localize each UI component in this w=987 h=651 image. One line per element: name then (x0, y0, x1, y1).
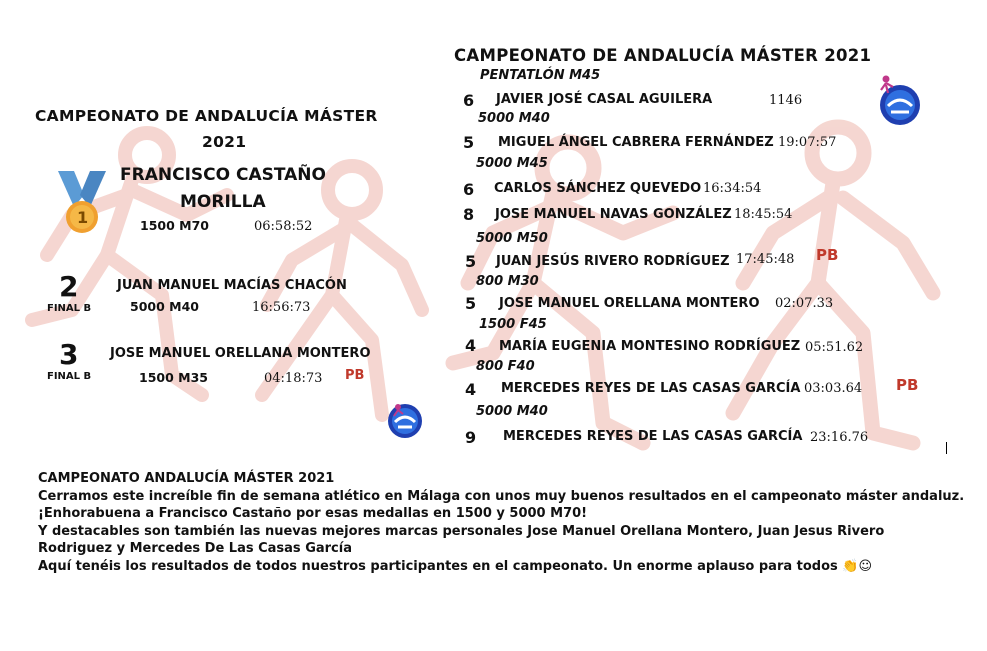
result-value: 03:03.64 (804, 381, 863, 396)
right-results-panel: CAMPEONATO DE ANDALUCÍA MÁSTER 2021 PENT… (443, 33, 949, 458)
left-title-line2: 2021 (202, 133, 247, 151)
place-number: 5 (463, 133, 475, 152)
place-number: 3 (59, 338, 79, 371)
athlete-name: JUAN MANUEL MACÍAS CHACÓN (117, 278, 347, 293)
athlete-name: JAVIER JOSÉ CASAL AGUILERA (496, 92, 713, 107)
event-label: 1500 M35 (139, 370, 208, 385)
result-value: 1146 (769, 93, 803, 108)
event-label: 5000 M50 (476, 231, 548, 246)
event-label: 1500 F45 (479, 317, 547, 332)
result-time: 16:56:73 (252, 300, 311, 315)
athlete-name: JOSE MANUEL ORELLANA MONTERO (110, 346, 371, 361)
medal-number: 1 (77, 208, 89, 227)
event-label: 5000 M40 (130, 299, 199, 314)
athlete-name: MERCEDES REYES DE LAS CASAS GARCÍA (503, 429, 803, 444)
event-label: PENTATLÓN M45 (480, 68, 601, 83)
post-line: Cerramos este increíble fin de semana at… (38, 488, 965, 504)
final-label: FINAL B (47, 371, 92, 382)
winner-time: 06:58:52 (254, 219, 313, 234)
place-number: 6 (463, 180, 475, 199)
pb-badge: PB (896, 376, 919, 394)
post-title: CAMPEONATO ANDALUCÍA MÁSTER 2021 (38, 471, 335, 486)
place-number: 4 (465, 336, 477, 355)
place-number: 4 (465, 380, 477, 399)
pb-badge: PB (345, 368, 365, 383)
event-label: 5000 M40 (476, 404, 548, 419)
place-number: 8 (463, 205, 475, 224)
club-logo-icon (880, 75, 920, 125)
pb-badge: PB (816, 246, 839, 264)
post-line: Aquí tenéis los resultados de todos nues… (38, 558, 873, 574)
club-logo-icon (388, 404, 422, 438)
athlete-name: JOSE MANUEL NAVAS GONZÁLEZ (495, 207, 732, 222)
event-label: 800 M30 (476, 274, 539, 289)
athlete-name: MARÍA EUGENIA MONTESINO RODRÍGUEZ (499, 339, 801, 354)
winner-name-line1: FRANCISCO CASTAÑO (120, 165, 326, 185)
result-value: 02:07.33 (775, 296, 834, 311)
post-text: CAMPEONATO ANDALUCÍA MÁSTER 2021 Cerramo… (38, 470, 968, 575)
result-value: 18:45:54 (734, 207, 793, 222)
event-label: 5000 M40 (478, 111, 550, 126)
result-value: 17:45:48 (736, 252, 795, 267)
place-number: 5 (465, 252, 477, 271)
result-value: 05:51.62 (805, 340, 864, 355)
event-label: 5000 M45 (476, 156, 548, 171)
right-title: CAMPEONATO DE ANDALUCÍA MÁSTER 2021 (454, 46, 872, 65)
divider-line (946, 442, 947, 454)
result-value: 23:16.76 (810, 430, 869, 445)
winner-event: 1500 M70 (140, 218, 209, 233)
athlete-name: JUAN JESÚS RIVERO RODRÍGUEZ (496, 254, 730, 269)
result-time: 04:18:73 (264, 371, 323, 386)
final-label: FINAL B (47, 303, 92, 314)
athlete-name: MIGUEL ÁNGEL CABRERA FERNÁNDEZ (498, 135, 774, 150)
athlete-name: MERCEDES REYES DE LAS CASAS GARCÍA (501, 381, 801, 396)
left-title-line1: CAMPEONATO DE ANDALUCÍA MÁSTER (35, 107, 378, 125)
place-number: 5 (465, 294, 477, 313)
place-number: 2 (59, 270, 79, 303)
place-number: 9 (465, 428, 477, 447)
left-results-panel: CAMPEONATO DE ANDALUCÍA MÁSTER 2021 1 FR… (12, 95, 437, 450)
result-value: 19:07:57 (778, 135, 837, 150)
result-value: 16:34:54 (703, 181, 762, 196)
post-line: Y destacables son también las nuevas mej… (38, 523, 885, 539)
athlete-name: JOSE MANUEL ORELLANA MONTERO (499, 296, 760, 311)
place-number: 6 (463, 91, 475, 110)
post-line: ¡Enhorabuena a Francisco Castaño por esa… (38, 506, 588, 521)
event-label: 800 F40 (476, 359, 535, 374)
post-line: Rodriguez y Mercedes De Las Casas García (38, 541, 352, 556)
winner-name-line2: MORILLA (180, 192, 266, 212)
athlete-name: CARLOS SÁNCHEZ QUEVEDO (494, 181, 702, 196)
